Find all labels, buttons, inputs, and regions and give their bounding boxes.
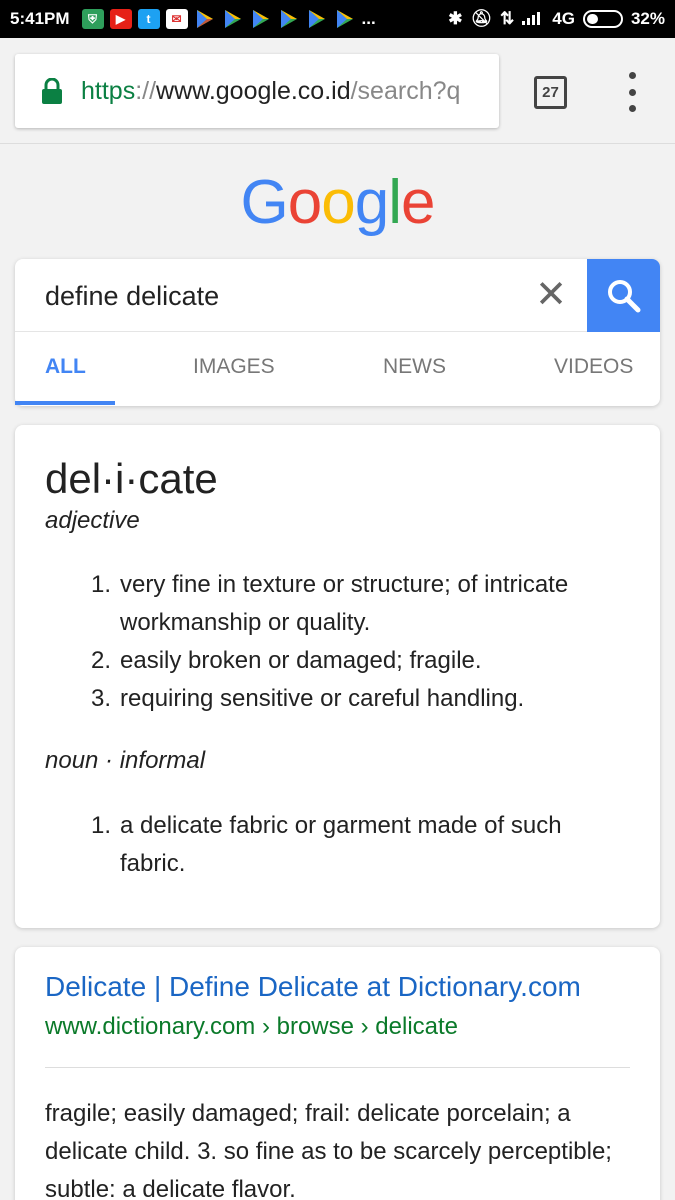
noun-senses: 1. a delicate fabric or garment made of s… [91,807,591,883]
status-bar: 5:41PM ⛨ ▶ t ✉ ... ✱ 🔕︎ ⇅ 4G 32% [0,0,675,38]
tab-videos[interactable]: VIDEOS [554,355,633,379]
battery-icon [582,10,623,28]
data-transfer-icon: ⇅ [500,9,515,28]
play-store-icon [278,9,300,29]
clear-search-icon[interactable]: ✕ [535,276,567,314]
logo-letter: G [240,168,289,237]
play-store-icon [222,9,244,29]
sense-item: 1. very fine in texture or structure; of … [91,571,569,636]
search-input[interactable]: define delicate [45,281,219,312]
active-tab-indicator [15,401,115,405]
logo-letter: o [287,168,322,237]
divider [45,1067,630,1068]
search-button[interactable] [587,259,660,332]
browser-toolbar: https://www.google.co.id/search?q 27 [0,38,675,144]
tab-images[interactable]: IMAGES [193,355,275,379]
status-right: ✱ 🔕︎ ⇅ 4G 32% [448,9,665,30]
url-path: /search?q [350,76,461,105]
sense-item: 2. easily broken or damaged; fragile. [91,647,482,674]
part-of-speech-noun: noun · informal [45,747,206,774]
search-box-card: define delicate ✕ ALL IMAGES NEWS VIDEOS [15,259,660,406]
notification-icons: ⛨ ▶ t ✉ ... [81,9,376,29]
result-url[interactable]: www.dictionary.com › browse › delicate [45,1013,458,1041]
search-row: define delicate ✕ [15,259,660,332]
mute-icon: 🔕︎ [470,9,493,28]
result-title-link[interactable]: Delicate | Define Delicate at Dictionary… [45,971,581,1003]
play-store-icon [334,9,356,29]
shield-icon: ⛨ [81,9,104,29]
url-host: www.google.co.id [156,76,351,105]
search-icon [607,279,640,312]
url-separator: :// [135,76,157,105]
google-logo[interactable]: Google [0,167,675,238]
search-tabs: ALL IMAGES NEWS VIDEOS [15,333,660,406]
address-bar[interactable]: https://www.google.co.id/search?q [15,54,499,128]
play-store-icon [194,9,216,29]
tab-news[interactable]: NEWS [383,355,446,379]
result-snippet: fragile; easily damaged; frail: delicate… [45,1100,612,1200]
play-store-icon [306,9,328,29]
tab-switcher-button[interactable]: 27 [534,76,567,109]
part-of-speech-adjective: adjective [45,507,140,534]
search-results-page: Google define delicate ✕ ALL IMAGES NEWS… [0,145,675,1200]
network-type: 4G [552,9,575,28]
definition-card: del·i·cate adjective 1. very fine in text… [15,425,660,928]
logo-letter: g [354,168,389,237]
more-notifications: ... [361,9,376,28]
signal-icon [522,9,544,30]
battery-percent: 32% [630,9,665,28]
lock-icon [42,78,62,104]
twitter-icon: t [137,9,160,29]
overflow-menu-icon[interactable] [625,72,639,112]
logo-letter: l [388,168,402,237]
adjective-senses: 1. very fine in texture or structure; of … [91,566,591,718]
bluetooth-icon: ✱ [448,9,463,28]
search-result-card: Delicate | Define Delicate at Dictionary… [15,947,660,1200]
battery-fill [586,14,599,24]
mail-icon: ✉ [165,9,188,29]
play-store-icon [250,9,272,29]
sense-item: 3. requiring sensitive or careful handlin… [91,685,525,712]
sense-item: 1. a delicate fabric or garment made of s… [91,812,562,877]
youtube-icon: ▶ [109,9,132,29]
headword: del·i·cate [45,455,218,502]
url-scheme: https [81,76,136,105]
tab-all[interactable]: ALL [45,355,86,379]
status-time: 5:41PM [10,9,70,28]
logo-letter: e [400,168,435,237]
logo-letter: o [321,168,355,237]
